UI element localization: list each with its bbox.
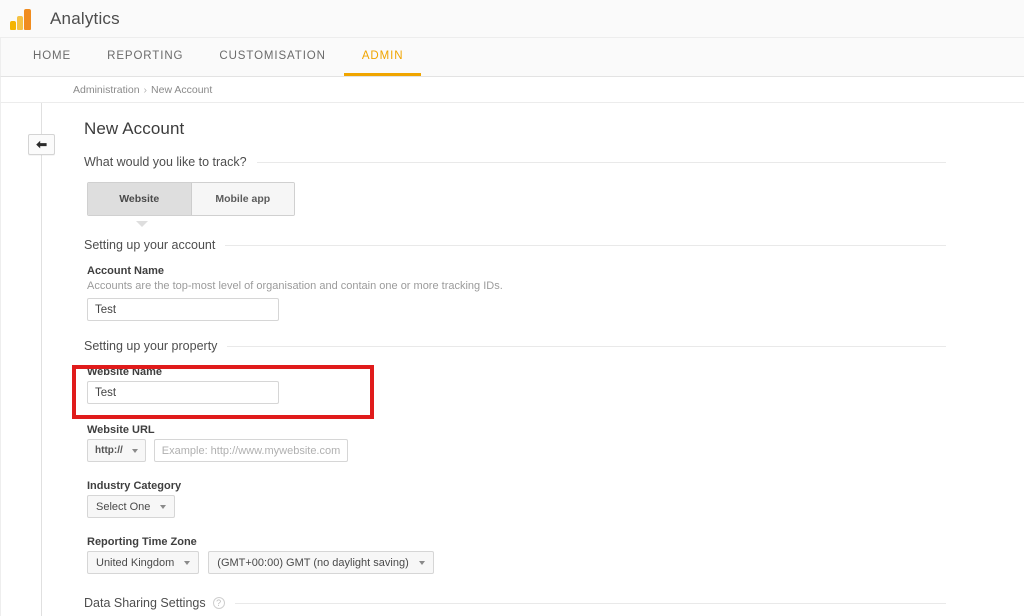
breadcrumb-bar: Administration › New Account	[0, 77, 1024, 103]
timezone-label: Reporting Time Zone	[87, 536, 197, 548]
website-name-field: Website Name	[84, 366, 1024, 404]
track-question-label: What would you like to track?	[84, 155, 247, 169]
timezone-offset-dropdown[interactable]: (GMT+00:00) GMT (no daylight saving)	[208, 551, 434, 574]
breadcrumb-current: New Account	[151, 83, 213, 96]
website-url-row: http://	[87, 439, 1024, 462]
account-name-label: Account Name	[87, 265, 165, 277]
section-rule	[234, 602, 946, 604]
page-body: New Account What would you like to track…	[0, 103, 1024, 616]
section-rule	[256, 161, 946, 163]
protocol-value: http://	[95, 445, 123, 456]
website-name-label: Website Name	[87, 366, 162, 378]
account-name-description: Accounts are the top-most level of organ…	[87, 280, 503, 292]
chevron-down-icon	[184, 560, 191, 565]
account-section-header: Setting up your account	[84, 238, 946, 252]
tab-customisation[interactable]: CUSTOMISATION	[201, 38, 343, 76]
chevron-down-icon	[160, 504, 167, 509]
industry-category-field: Industry Category Select One	[84, 480, 1024, 518]
breadcrumb-root[interactable]: Administration	[73, 84, 140, 96]
account-name-input[interactable]	[87, 298, 279, 321]
track-option-website[interactable]: Website	[88, 183, 192, 215]
track-question-header: What would you like to track?	[84, 155, 946, 169]
account-section-title: Setting up your account	[84, 238, 216, 252]
timezone-country-dropdown[interactable]: United Kingdom	[87, 551, 200, 574]
data-sharing-title: Data Sharing Settings	[84, 596, 206, 610]
content-column: New Account What would you like to track…	[72, 103, 1024, 616]
website-url-label: Website URL	[87, 424, 155, 436]
section-rule	[225, 244, 946, 246]
timezone-field: Reporting Time Zone United Kingdom (GMT+…	[84, 536, 1024, 574]
main-nav: HOME REPORTING CUSTOMISATION ADMIN	[0, 38, 1024, 77]
protocol-dropdown[interactable]: http://	[87, 439, 146, 462]
chevron-down-icon	[131, 448, 138, 453]
timezone-offset-value: (GMT+00:00) GMT (no daylight saving)	[217, 556, 409, 569]
track-type-toggle-group: Website Mobile app	[84, 182, 295, 227]
breadcrumb: Administration › New Account	[73, 84, 212, 96]
section-rule	[227, 345, 946, 347]
timezone-row: United Kingdom (GMT+00:00) GMT (no dayli…	[87, 551, 1024, 574]
brand-title: Analytics	[50, 8, 120, 28]
rail-divider	[41, 103, 42, 616]
chevron-down-icon	[418, 560, 425, 565]
industry-category-label: Industry Category	[87, 480, 182, 492]
back-arrow-icon	[35, 140, 48, 150]
tab-home[interactable]: HOME	[15, 38, 89, 76]
website-url-field: Website URL http://	[84, 424, 1024, 462]
left-rail	[1, 103, 72, 616]
property-section-title: Setting up your property	[84, 339, 218, 353]
track-type-toggle: Website Mobile app	[87, 182, 295, 216]
selected-option-pointer	[136, 221, 148, 227]
industry-category-value: Select One	[96, 500, 151, 513]
tab-admin[interactable]: ADMIN	[343, 38, 422, 76]
website-url-input[interactable]	[153, 439, 348, 462]
account-name-field: Account Name Accounts are the top-most l…	[84, 265, 1024, 321]
website-name-input[interactable]	[87, 381, 279, 404]
analytics-bars-icon	[10, 8, 34, 30]
timezone-country-value: United Kingdom	[96, 556, 175, 569]
industry-category-dropdown[interactable]: Select One	[87, 495, 176, 518]
data-sharing-header: Data Sharing Settings ?	[84, 596, 946, 610]
property-section-header: Setting up your property	[84, 339, 946, 353]
tab-reporting[interactable]: REPORTING	[89, 38, 201, 76]
breadcrumb-separator: ›	[143, 83, 148, 96]
track-option-mobile-app[interactable]: Mobile app	[191, 183, 294, 215]
page-title: New Account	[84, 119, 185, 138]
help-question-icon[interactable]: ?	[212, 597, 225, 609]
brand-bar: Analytics	[0, 0, 1024, 38]
back-button[interactable]	[28, 134, 55, 155]
